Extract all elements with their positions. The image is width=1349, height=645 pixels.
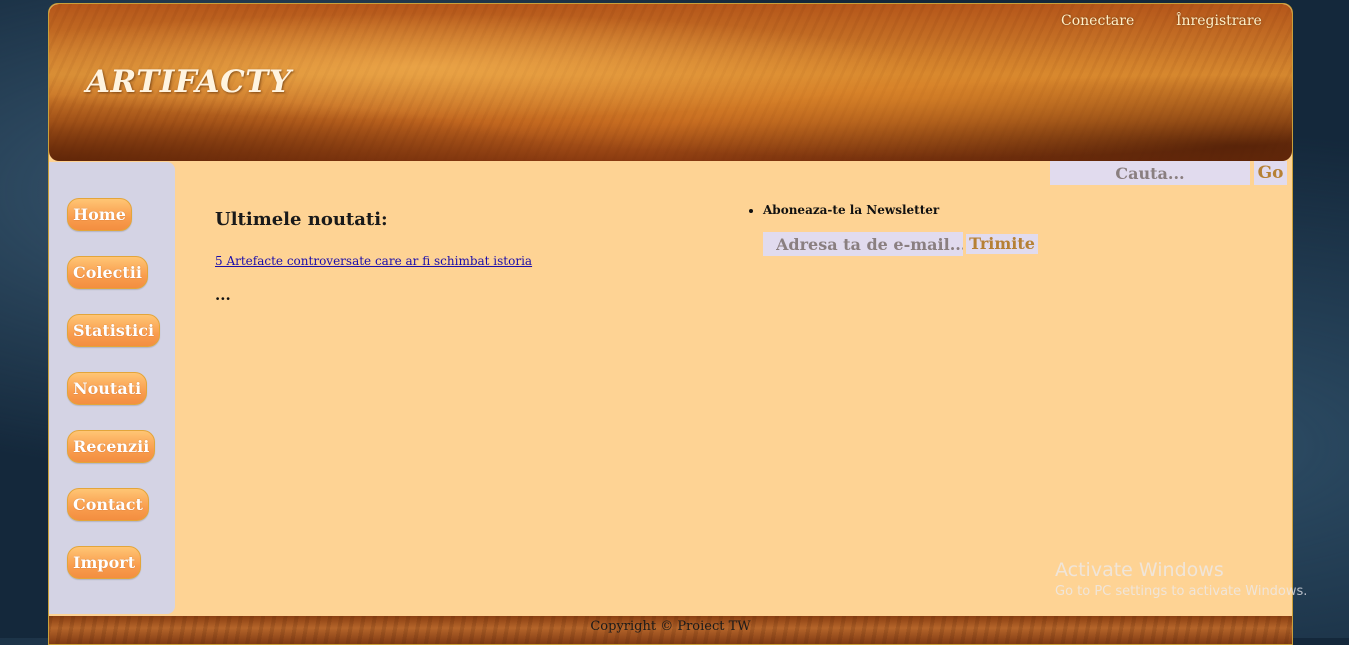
newsletter-label: Aboneaza-te la Newsletter [763,203,939,217]
sidebar-item-import[interactable]: Import [67,546,142,579]
sidebar-item-recenzii[interactable]: Recenzii [67,430,156,463]
sidebar-item-home[interactable]: Home [67,198,132,231]
email-field[interactable] [763,232,963,256]
sidebar-nav: Home Colectii Statistici Noutati Recenzi… [49,162,175,614]
header-banner: ARTIFACTY Conectare Înregistrare [49,4,1292,161]
footer: Copyright © Proiect TW [49,616,1292,644]
sidebar-item-colectii[interactable]: Colectii [67,256,148,289]
newsletter-submit-button[interactable]: Trimite [966,234,1038,254]
site-logo: ARTIFACTY [86,64,292,100]
login-link[interactable]: Conectare [1061,13,1134,29]
page-frame: ARTIFACTY Conectare Înregistrare Go Home… [48,3,1293,645]
search-go-button[interactable]: Go [1254,161,1287,185]
news-more-ellipsis: ... [215,286,231,304]
news-article-link[interactable]: 5 Artefacte controversate care ar fi sch… [215,254,532,268]
newsletter-section: Aboneaza-te la Newsletter [747,203,939,217]
sidebar-item-statistici[interactable]: Statistici [67,314,161,347]
sidebar-item-contact[interactable]: Contact [67,488,149,521]
activate-windows-watermark: Activate Windows Go to PC settings to ac… [1055,559,1307,599]
search-input[interactable] [1050,161,1250,185]
news-heading: Ultimele noutati: [215,209,388,230]
register-link[interactable]: Înregistrare [1176,13,1262,29]
watermark-subtitle: Go to PC settings to activate Windows. [1055,584,1308,599]
copyright-text: Copyright © Proiect TW [590,619,751,634]
watermark-title: Activate Windows [1055,559,1224,581]
sidebar-item-noutati[interactable]: Noutati [67,372,148,405]
